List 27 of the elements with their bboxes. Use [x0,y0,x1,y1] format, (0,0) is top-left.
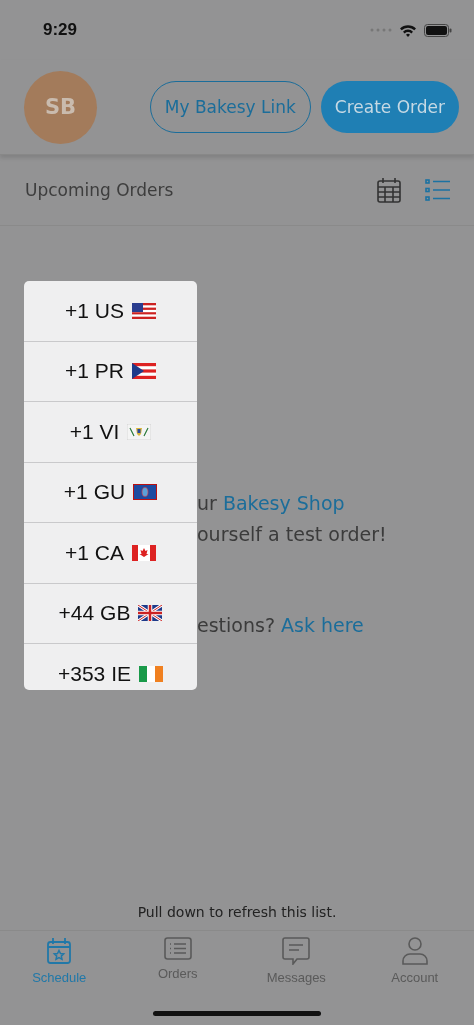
person-icon [401,937,428,965]
flag-icon [131,544,156,561]
country-code-option[interactable]: +353 IE [24,644,197,690]
country-code-option[interactable]: +1 US [24,281,197,342]
battery-icon [424,23,452,37]
country-code-option[interactable]: +44 GB [24,583,197,644]
flag-icon [127,423,152,440]
status-time: 9:29 [43,20,78,40]
section-title: Upcoming Orders [25,180,174,200]
message-icon [282,937,311,965]
empty-state-text: ourself a test order! [197,522,388,547]
flag-icon [138,605,163,622]
flag-icon [133,484,158,501]
country-code-option[interactable]: +1 GU [24,462,197,523]
list-icon [163,937,192,961]
country-code-option[interactable]: +1 VI [24,402,197,463]
flag-icon [131,302,156,319]
wifi-icon [399,23,417,37]
country-code-option[interactable]: +1 PR [24,341,197,402]
flag-icon [139,665,163,682]
calendar-star-icon [46,937,73,965]
calendar-icon[interactable] [377,177,401,203]
refresh-hint: Pull down to refresh this list. [136,904,338,922]
flag-icon [131,363,156,380]
empty-state-text: ur Bakesy Shop [197,491,346,516]
empty-state-text: estions? Ask here [197,613,365,638]
country-code-option[interactable]: +1 CA [24,523,197,584]
